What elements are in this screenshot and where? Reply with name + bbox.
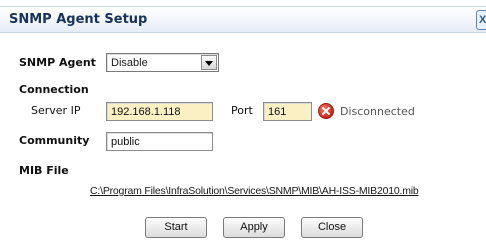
connection-heading: Connection [19,83,89,96]
close-icon[interactable]: X [476,10,486,30]
error-icon [318,103,334,119]
snmp-agent-select[interactable]: Disable [106,53,219,72]
title-bar[interactable]: SNMP Agent Setup X [0,6,486,33]
mib-file-path-link[interactable]: C:\Program Files\InfraSolution\Services\… [90,185,419,197]
community-field[interactable] [106,132,213,151]
port-field[interactable] [263,102,312,121]
community-label: Community [19,134,90,147]
snmp-agent-selected-value: Disable [111,57,148,69]
chevron-down-icon[interactable] [201,55,217,70]
server-ip-field[interactable] [106,102,213,121]
apply-button[interactable]: Apply [223,217,285,238]
start-button[interactable]: Start [145,217,207,238]
close-button[interactable]: Close [301,217,363,238]
snmp-agent-setup-dialog: SNMP Agent Setup X SNMP Agent Disable Co… [0,0,486,246]
port-label: Port [231,104,253,117]
snmp-agent-label: SNMP Agent [19,56,96,69]
dialog-title: SNMP Agent Setup [9,12,148,27]
mib-file-label: MIB File [19,164,69,177]
connection-status-text: Disconnected [340,105,415,118]
server-ip-label: Server IP [31,104,81,117]
